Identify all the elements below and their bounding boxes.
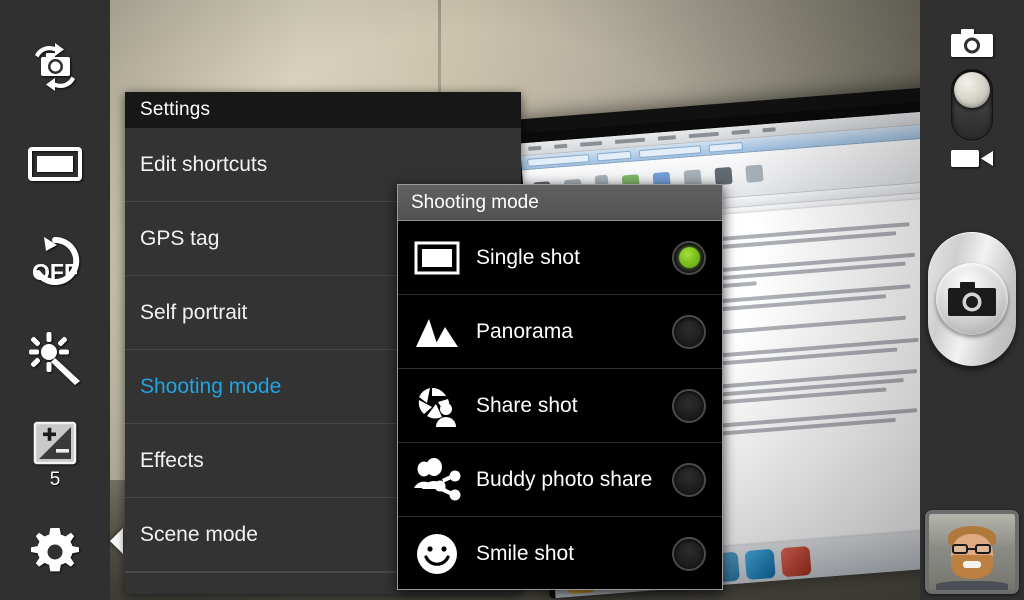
switch-camera-icon — [25, 40, 85, 94]
shooting-mode-submenu: Shooting mode Single shot Panorama Share… — [397, 184, 723, 590]
timer-button[interactable]: OFF — [0, 212, 110, 309]
exposure-icon — [31, 419, 79, 467]
settings-row-label: Effects — [140, 448, 204, 472]
shooting-mode-radio-panorama[interactable] — [672, 314, 706, 349]
panorama-mountains-icon — [410, 315, 464, 349]
settings-panel-header: Settings — [125, 92, 521, 128]
single-shot-frame-icon — [410, 241, 464, 275]
shooting-mode-option-label: Share shot — [476, 393, 578, 417]
effects-button[interactable] — [0, 309, 110, 406]
settings-row-label: Self portrait — [140, 300, 248, 324]
shooting-mode-radio-single-shot[interactable] — [672, 240, 706, 275]
camera-icon — [948, 282, 996, 316]
svg-text:OFF: OFF — [32, 259, 78, 285]
camera-icon — [950, 28, 994, 63]
shooting-mode-radio-smile-shot[interactable] — [672, 537, 706, 571]
photo-thumbnail-preview[interactable] — [925, 510, 1019, 594]
settings-row-label: GPS tag — [140, 226, 220, 250]
page-title: Settings — [140, 99, 211, 120]
shooting-mode-option-single-shot[interactable]: Single shot — [398, 221, 722, 295]
shooting-mode-option-label: Smile shot — [476, 542, 575, 565]
magic-wand-icon — [28, 331, 82, 385]
single-shot-frame-icon — [27, 143, 83, 185]
mode-toggle-track[interactable] — [951, 69, 993, 141]
settings-row-label: Scene mode — [140, 522, 258, 546]
switch-camera-button[interactable] — [0, 18, 110, 115]
shooting-mode-radio-buddy-photo-share[interactable] — [672, 462, 706, 497]
shooting-mode-radio-share-shot[interactable] — [672, 388, 706, 423]
right-toolbar — [920, 0, 1024, 600]
timer-off-icon: OFF — [24, 232, 86, 290]
shooting-mode-option-share-shot[interactable]: Share shot — [398, 369, 722, 443]
shutter-inner — [936, 263, 1008, 335]
buddy-share-people-icon — [410, 457, 464, 502]
smiley-face-icon — [410, 532, 464, 576]
shooting-mode-option-label: Buddy photo share — [476, 467, 653, 491]
settings-row-label: Edit shortcuts — [140, 152, 268, 176]
exposure-value-button[interactable]: 5 — [0, 406, 110, 503]
gear-icon — [29, 526, 81, 578]
shooting-mode-option-panorama[interactable]: Panorama — [398, 295, 722, 369]
shooting-mode-option-label: Single shot — [476, 245, 580, 269]
collapse-panel-arrow[interactable] — [110, 528, 123, 554]
shooting-mode-option-label: Panorama — [476, 319, 573, 343]
shooting-mode-submenu-header: Shooting mode — [398, 185, 722, 221]
shooting-mode-option-smile-shot[interactable]: Smile shot — [398, 517, 722, 591]
shooting-mode-option-buddy-photo-share[interactable]: Buddy photo share — [398, 443, 722, 517]
aperture-person-icon — [410, 385, 464, 427]
shooting-mode-shortcut-button[interactable] — [0, 115, 110, 212]
left-toolbar: OFF 5 — [0, 0, 110, 600]
video-camera-icon — [950, 146, 994, 175]
mode-toggle-knob[interactable] — [954, 72, 990, 108]
submenu-title: Shooting mode — [411, 191, 539, 213]
camera-app-screen: OFF 5 Settings Edit shortcuts GPS tag Se… — [0, 0, 1024, 600]
settings-button[interactable] — [0, 503, 110, 600]
exposure-value-label: 5 — [49, 468, 61, 490]
settings-row-label: Shooting mode — [140, 374, 282, 398]
camera-video-mode-toggle[interactable] — [920, 28, 1024, 175]
shutter-button[interactable] — [928, 232, 1016, 366]
thumbnail-image — [929, 514, 1015, 590]
